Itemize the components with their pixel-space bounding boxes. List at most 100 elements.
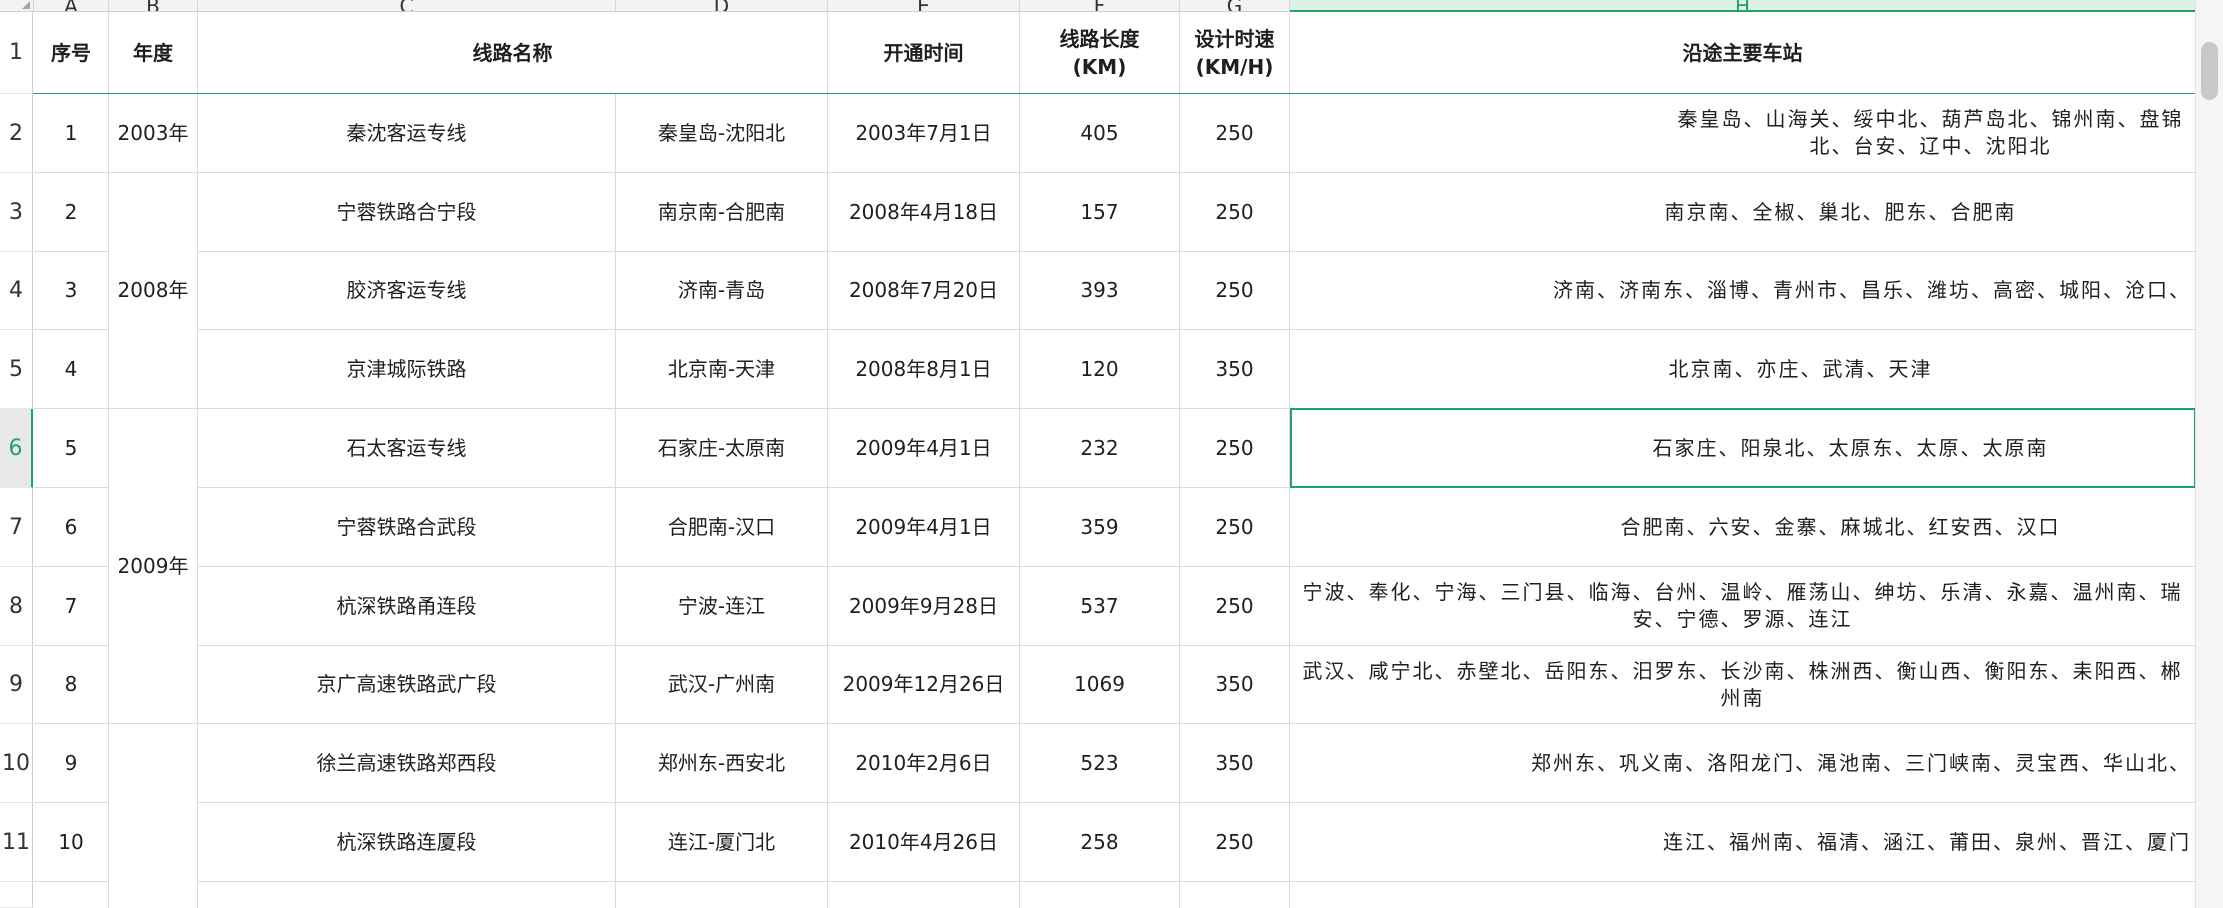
row-header[interactable]: 10 bbox=[0, 724, 33, 803]
speed-cell[interactable] bbox=[1180, 882, 1290, 908]
open-date-cell[interactable]: 2008年8月1日 bbox=[828, 330, 1020, 409]
stations-cell[interactable]: 南京南、全椒、巢北、肥东、合肥南 bbox=[1290, 173, 2196, 252]
seq-cell[interactable]: 8 bbox=[34, 646, 109, 724]
year-cell[interactable] bbox=[109, 724, 198, 908]
route-cell[interactable]: 宁波-连江 bbox=[616, 567, 828, 646]
row-header[interactable]: 11 bbox=[0, 803, 33, 882]
select-all-corner[interactable] bbox=[0, 0, 34, 12]
row-header[interactable]: 3 bbox=[0, 173, 33, 252]
column-header-d[interactable]: D bbox=[616, 0, 828, 12]
route-cell[interactable]: 济南-青岛 bbox=[616, 252, 828, 330]
scrollbar-thumb[interactable] bbox=[2201, 42, 2218, 100]
seq-cell[interactable]: 1 bbox=[34, 94, 109, 173]
column-header-g[interactable]: G bbox=[1180, 0, 1290, 12]
length-cell[interactable]: 393 bbox=[1020, 252, 1180, 330]
stations-cell[interactable]: 宁波、奉化、宁海、三门县、临海、台州、温岭、雁荡山、绅坊、乐清、永嘉、温州南、瑞… bbox=[1290, 567, 2196, 646]
speed-cell[interactable]: 250 bbox=[1180, 94, 1290, 173]
open-date-cell[interactable]: 2009年4月1日 bbox=[828, 409, 1020, 488]
open-date-cell[interactable]: 2008年4月18日 bbox=[828, 173, 1020, 252]
length-cell[interactable]: 523 bbox=[1020, 724, 1180, 803]
speed-cell[interactable]: 250 bbox=[1180, 252, 1290, 330]
stations-cell[interactable]: 郑州东、巩义南、洛阳龙门、渑池南、三门峡南、灵宝西、华山北、 bbox=[1290, 724, 2196, 803]
seq-cell[interactable]: 4 bbox=[34, 330, 109, 409]
route-cell[interactable]: 郑州东-西安北 bbox=[616, 724, 828, 803]
header-length[interactable]: 线路长度 (KM) bbox=[1020, 12, 1180, 94]
row-header[interactable]: 9 bbox=[0, 646, 33, 724]
stations-cell[interactable] bbox=[1290, 882, 2196, 908]
length-cell[interactable]: 1069 bbox=[1020, 646, 1180, 724]
line-name-cell[interactable]: 杭深铁路连厦段 bbox=[198, 803, 616, 882]
header-stations[interactable]: 沿途主要车站 bbox=[1290, 12, 2196, 94]
length-cell[interactable]: 537 bbox=[1020, 567, 1180, 646]
speed-cell[interactable]: 250 bbox=[1180, 803, 1290, 882]
stations-cell[interactable]: 济南、济南东、淄博、青州市、昌乐、潍坊、高密、城阳、沧口、 bbox=[1290, 252, 2196, 330]
line-name-cell[interactable]: 秦沈客运专线 bbox=[198, 94, 616, 173]
line-name-cell[interactable]: 徐兰高速铁路郑西段 bbox=[198, 724, 616, 803]
open-date-cell[interactable]: 2010年4月26日 bbox=[828, 803, 1020, 882]
year-cell[interactable]: 2008年 bbox=[109, 173, 198, 409]
header-seq[interactable]: 序号 bbox=[34, 12, 109, 94]
route-cell[interactable] bbox=[616, 882, 828, 908]
speed-cell[interactable]: 250 bbox=[1180, 488, 1290, 567]
stations-cell[interactable]: 北京南、亦庄、武清、天津 bbox=[1290, 330, 2196, 409]
route-cell[interactable]: 石家庄-太原南 bbox=[616, 409, 828, 488]
stations-cell[interactable]: 合肥南、六安、金寨、麻城北、红安西、汉口 bbox=[1290, 488, 2196, 567]
speed-cell[interactable]: 350 bbox=[1180, 330, 1290, 409]
speed-cell[interactable]: 250 bbox=[1180, 567, 1290, 646]
line-name-cell[interactable]: 京津城际铁路 bbox=[198, 330, 616, 409]
length-cell[interactable]: 405 bbox=[1020, 94, 1180, 173]
route-cell[interactable]: 秦皇岛-沈阳北 bbox=[616, 94, 828, 173]
line-name-cell[interactable]: 京广高速铁路武广段 bbox=[198, 646, 616, 724]
stations-cell[interactable]: 连江、福州南、福清、涵江、莆田、泉州、晋江、厦门 bbox=[1290, 803, 2196, 882]
column-header-c[interactable]: C bbox=[198, 0, 616, 12]
seq-cell[interactable] bbox=[34, 882, 109, 908]
line-name-cell[interactable]: 胶济客运专线 bbox=[198, 252, 616, 330]
column-header-h[interactable]: H bbox=[1290, 0, 2196, 12]
seq-cell[interactable]: 9 bbox=[34, 724, 109, 803]
seq-cell[interactable]: 5 bbox=[34, 409, 109, 488]
row-header[interactable]: 8 bbox=[0, 567, 33, 646]
line-name-cell[interactable]: 宁蓉铁路合武段 bbox=[198, 488, 616, 567]
route-cell[interactable]: 合肥南-汉口 bbox=[616, 488, 828, 567]
open-date-cell[interactable]: 2009年12月26日 bbox=[828, 646, 1020, 724]
seq-cell[interactable]: 3 bbox=[34, 252, 109, 330]
column-header-b[interactable]: B bbox=[109, 0, 198, 12]
stations-cell[interactable]: 武汉、咸宁北、赤壁北、岳阳东、汨罗东、长沙南、株洲西、衡山西、衡阳东、耒阳西、郴… bbox=[1290, 646, 2196, 724]
seq-cell[interactable]: 7 bbox=[34, 567, 109, 646]
open-date-cell[interactable]: 2009年9月28日 bbox=[828, 567, 1020, 646]
length-cell[interactable]: 120 bbox=[1020, 330, 1180, 409]
open-date-cell[interactable]: 2009年4月1日 bbox=[828, 488, 1020, 567]
column-header-f[interactable]: F bbox=[1020, 0, 1180, 12]
open-date-cell[interactable]: 2008年7月20日 bbox=[828, 252, 1020, 330]
year-cell[interactable]: 2003年 bbox=[109, 94, 198, 173]
row-header[interactable]: 2 bbox=[0, 94, 33, 173]
row-header-active[interactable]: 6 bbox=[0, 409, 33, 488]
stations-cell[interactable]: 秦皇岛、山海关、绥中北、葫芦岛北、锦州南、盘锦北、台安、辽中、沈阳北 bbox=[1290, 94, 2196, 173]
open-date-cell[interactable] bbox=[828, 882, 1020, 908]
length-cell[interactable]: 359 bbox=[1020, 488, 1180, 567]
speed-cell[interactable]: 250 bbox=[1180, 173, 1290, 252]
length-cell[interactable]: 232 bbox=[1020, 409, 1180, 488]
header-year[interactable]: 年度 bbox=[109, 12, 198, 94]
length-cell[interactable] bbox=[1020, 882, 1180, 908]
route-cell[interactable]: 武汉-广州南 bbox=[616, 646, 828, 724]
speed-cell[interactable]: 350 bbox=[1180, 646, 1290, 724]
route-cell[interactable]: 连江-厦门北 bbox=[616, 803, 828, 882]
route-cell[interactable]: 北京南-天津 bbox=[616, 330, 828, 409]
column-header-e[interactable]: E bbox=[828, 0, 1020, 12]
header-line-name[interactable]: 线路名称 bbox=[198, 12, 828, 94]
row-header[interactable]: 1 bbox=[0, 12, 33, 94]
row-header[interactable]: 7 bbox=[0, 488, 33, 567]
line-name-cell[interactable] bbox=[198, 882, 616, 908]
year-cell[interactable]: 2009年 bbox=[109, 409, 198, 724]
column-header-a[interactable]: A bbox=[34, 0, 109, 12]
route-cell[interactable]: 南京南-合肥南 bbox=[616, 173, 828, 252]
seq-cell[interactable]: 6 bbox=[34, 488, 109, 567]
speed-cell[interactable]: 350 bbox=[1180, 724, 1290, 803]
header-speed[interactable]: 设计时速 (KM/H) bbox=[1180, 12, 1290, 94]
line-name-cell[interactable]: 石太客运专线 bbox=[198, 409, 616, 488]
length-cell[interactable]: 258 bbox=[1020, 803, 1180, 882]
length-cell[interactable]: 157 bbox=[1020, 173, 1180, 252]
line-name-cell[interactable]: 宁蓉铁路合宁段 bbox=[198, 173, 616, 252]
open-date-cell[interactable]: 2010年2月6日 bbox=[828, 724, 1020, 803]
